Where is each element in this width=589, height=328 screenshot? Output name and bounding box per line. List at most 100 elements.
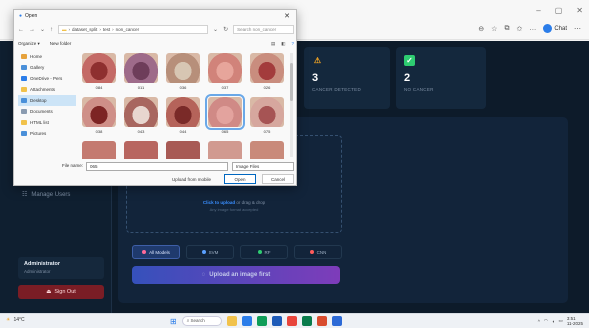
nav-item[interactable]: Gallery xyxy=(18,62,76,73)
wifi-icon[interactable]: ◠ xyxy=(544,318,548,324)
back-icon[interactable]: ← xyxy=(18,27,24,33)
taskbar: ☀ 14°C ⊞ ⌕ Search ^ ◠ ◖ ▭ 3:51 11-2025 xyxy=(0,313,589,328)
upload-from-mobile-button[interactable]: Upload from mobile xyxy=(168,174,215,184)
upload-button[interactable]: ◌ Upload an image first xyxy=(132,266,340,284)
file-thumbnail[interactable]: 044 xyxy=(166,97,200,134)
model-label: SVM xyxy=(208,249,219,255)
sidebar-item-manage-users[interactable]: ☷ Manage Users xyxy=(22,191,71,199)
chat-label: Chat xyxy=(554,25,567,32)
file-name: 065 xyxy=(221,129,229,134)
nav-item[interactable]: Desktop xyxy=(18,95,76,106)
scrollbar-thumb[interactable] xyxy=(290,63,293,101)
dialog-navbar: ← → ⌄ ↑ ▬ › dataset_split › test › non_c… xyxy=(18,24,294,35)
extensions-icon[interactable]: ⧉ xyxy=(504,25,509,33)
weather-widget[interactable]: ☀ 14°C xyxy=(6,317,25,323)
file-thumbnail[interactable]: 037 xyxy=(208,53,242,90)
favorite-icon[interactable]: ☆ xyxy=(491,25,497,33)
dialog-search-input[interactable]: Search non_cancer xyxy=(233,25,294,34)
nav-item[interactable]: Home xyxy=(18,51,76,62)
file-thumbnail[interactable]: 011 xyxy=(124,53,158,90)
model-label: CNN xyxy=(316,249,327,255)
chevron-down-icon[interactable]: ⌄ xyxy=(213,26,218,33)
file-thumbnail[interactable] xyxy=(208,141,242,159)
battery-icon[interactable]: ▭ xyxy=(559,318,563,324)
click-to-upload-link[interactable]: Click to upload xyxy=(203,200,235,205)
nav-item[interactable]: HTML list xyxy=(18,117,76,128)
excel-icon[interactable] xyxy=(301,316,312,326)
chrome-icon[interactable] xyxy=(256,316,267,326)
maximize-icon[interactable]: ▢ xyxy=(555,6,563,15)
model-option-svm[interactable]: SVM xyxy=(186,245,234,259)
word-icon[interactable] xyxy=(271,316,282,326)
chevron-down-icon[interactable]: ⌄ xyxy=(40,26,45,33)
zoom-icon[interactable]: ⊖ xyxy=(478,25,484,33)
preview-pane-icon[interactable]: ◧ xyxy=(281,41,285,47)
nav-item-label: Gallery xyxy=(30,65,45,70)
up-icon[interactable]: ↑ xyxy=(50,27,53,33)
organize-button[interactable]: Organize ▾ xyxy=(18,41,40,47)
cancel-button[interactable]: Cancel xyxy=(262,174,294,184)
minimize-icon[interactable]: – xyxy=(536,6,540,15)
start-icon[interactable]: ⊞ xyxy=(170,317,177,326)
file-thumbnail[interactable]: 038 xyxy=(82,97,116,134)
file-name-input[interactable]: 065 xyxy=(86,162,228,171)
app-icon[interactable] xyxy=(286,316,297,326)
powerpoint-icon[interactable] xyxy=(316,316,327,326)
admin-card: Administrator Administrator xyxy=(18,257,104,279)
close-icon[interactable]: ✕ xyxy=(284,12,290,20)
model-label: All Models xyxy=(149,249,170,255)
sign-out-button[interactable]: ⏏ Sign Out xyxy=(18,285,104,299)
nav-item[interactable]: Pictures xyxy=(18,128,76,139)
file-name: 043 xyxy=(137,129,145,134)
file-thumbnail[interactable] xyxy=(82,141,116,159)
forward-icon[interactable]: → xyxy=(29,27,35,33)
browser-menu-icon[interactable]: ⋯ xyxy=(574,25,581,33)
chat-button[interactable]: Chat xyxy=(543,24,567,33)
breadcrumb-item[interactable]: test xyxy=(103,27,110,32)
nav-item-label: Desktop xyxy=(30,98,47,103)
sidebar-item-label: Manage Users xyxy=(31,191,71,198)
model-option-rf[interactable]: RF xyxy=(240,245,288,259)
nav-item[interactable]: Documents xyxy=(18,106,76,117)
file-type-select[interactable]: Image Files xyxy=(232,162,294,171)
file-thumbnail[interactable] xyxy=(124,141,158,159)
file-thumbnail[interactable]: 036 xyxy=(166,53,200,90)
file-name: 044 xyxy=(179,129,187,134)
tongue-image xyxy=(82,141,116,159)
file-thumbnail[interactable]: 065 xyxy=(205,94,245,134)
edge-icon[interactable] xyxy=(241,316,252,326)
address-bar[interactable]: ▬ › dataset_split › test › non_cancer xyxy=(58,25,209,34)
file-thumbnail[interactable]: 075 xyxy=(250,97,284,134)
model-option-all[interactable]: All Models xyxy=(132,245,180,259)
close-window-icon[interactable]: ✕ xyxy=(576,6,583,15)
open-button[interactable]: Open xyxy=(224,174,256,184)
breadcrumb-item[interactable]: non_cancer xyxy=(116,27,140,32)
file-thumbnail[interactable]: 026 xyxy=(250,53,284,90)
model-option-cnn[interactable]: CNN xyxy=(294,245,342,259)
dialog-commandbar: Organize ▾ New folder ▤ ◧ ? xyxy=(18,39,294,48)
nav-item[interactable]: OneDrive - Pers xyxy=(18,73,76,84)
file-thumbnail[interactable]: 084 xyxy=(82,53,116,90)
taskbar-search[interactable]: ⌕ Search xyxy=(181,316,222,326)
nav-item-label: Pictures xyxy=(30,131,47,136)
clock[interactable]: 3:51 11-2025 xyxy=(567,316,583,326)
refresh-icon[interactable]: ↻ xyxy=(223,26,228,33)
file-thumbnail[interactable] xyxy=(166,141,200,159)
nav-item[interactable]: Attachments xyxy=(18,84,76,95)
breadcrumb-item[interactable]: dataset_split xyxy=(72,27,97,32)
file-explorer-icon[interactable] xyxy=(226,316,237,326)
file-thumbnail[interactable]: 043 xyxy=(124,97,158,134)
file-thumbnail[interactable] xyxy=(250,141,284,159)
new-folder-button[interactable]: New folder xyxy=(50,41,72,46)
taskbar-search-label: Search xyxy=(190,318,205,323)
favorites-bar-icon[interactable]: ✩ xyxy=(516,25,522,33)
chevron-up-icon[interactable]: ^ xyxy=(538,319,540,324)
more-icon[interactable]: … xyxy=(529,25,536,32)
model-dot-icon xyxy=(257,250,262,254)
vscode-icon[interactable] xyxy=(331,316,342,326)
volume-icon[interactable]: ◖ xyxy=(552,319,555,324)
help-icon[interactable]: ? xyxy=(291,41,294,47)
view-icon[interactable]: ▤ xyxy=(271,41,275,47)
users-icon: ☷ xyxy=(22,192,28,198)
scrollbar[interactable] xyxy=(290,53,293,157)
